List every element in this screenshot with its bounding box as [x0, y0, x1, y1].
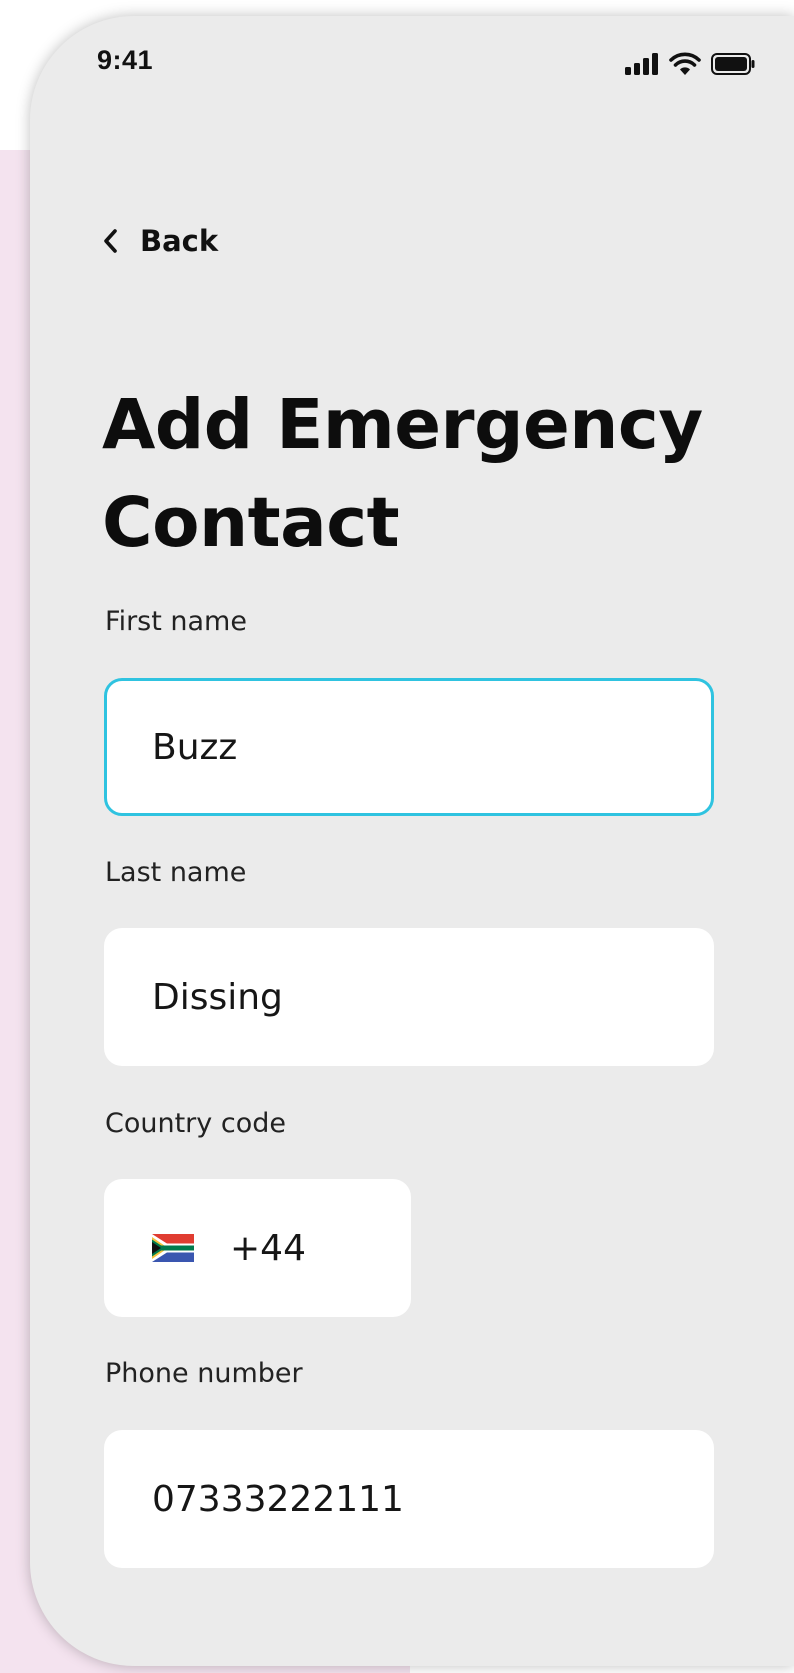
phone-number-field[interactable]: 07333222111: [104, 1430, 714, 1568]
country-code-label: Country code: [105, 1108, 286, 1139]
first-name-value: Buzz: [152, 726, 238, 768]
first-name-label: First name: [105, 606, 247, 637]
country-code-selector[interactable]: +44: [104, 1179, 411, 1317]
back-button[interactable]: Back: [102, 224, 218, 258]
first-name-field[interactable]: Buzz: [104, 678, 714, 816]
page-title: Add Emergency Contact: [102, 376, 762, 572]
south-africa-flag-icon: [152, 1234, 194, 1262]
last-name-value: Dissing: [152, 976, 283, 1018]
battery-icon: [711, 53, 755, 75]
chevron-left-icon: [104, 229, 117, 253]
status-icons: [625, 52, 755, 76]
back-label: Back: [140, 224, 219, 258]
status-bar: 9:41: [30, 16, 794, 106]
page-title-line2: Contact: [102, 483, 400, 563]
phone-number-label: Phone number: [105, 1358, 303, 1389]
country-code-value: +44: [230, 1227, 306, 1269]
wifi-icon: [669, 52, 701, 75]
last-name-field[interactable]: Dissing: [104, 928, 714, 1066]
signal-icon: [625, 53, 658, 75]
last-name-label: Last name: [105, 857, 247, 888]
phone-screen: 9:41 Back Add Emergency Contact First na…: [30, 16, 794, 1666]
page-title-line1: Add Emergency: [102, 385, 703, 465]
status-time: 9:41: [97, 45, 154, 75]
phone-number-value: 07333222111: [152, 1478, 404, 1520]
